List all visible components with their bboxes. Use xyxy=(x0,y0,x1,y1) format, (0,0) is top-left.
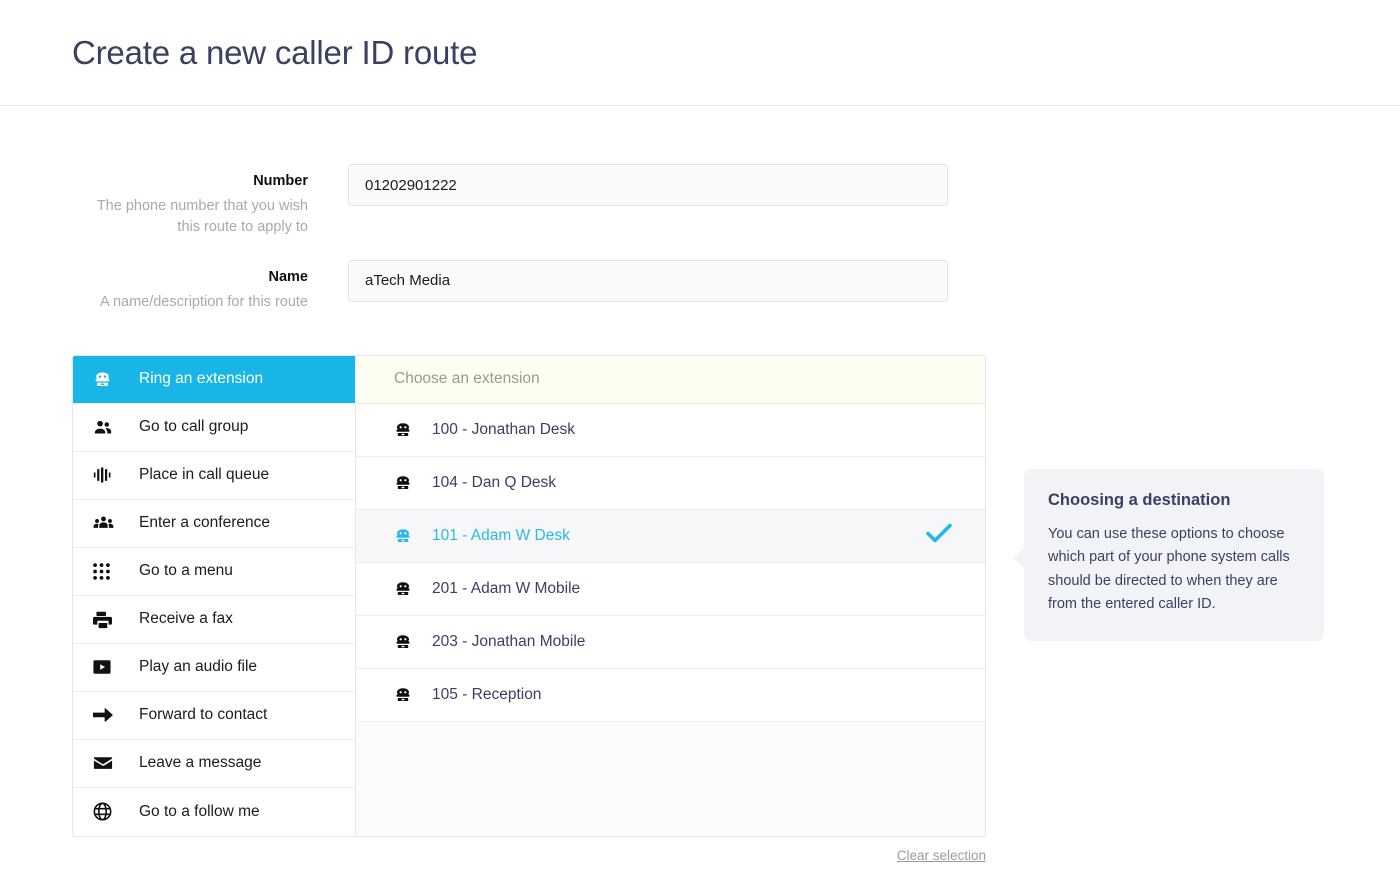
clear-selection-row: Clear selection xyxy=(72,848,986,863)
help-callout: Choosing a destination You can use these… xyxy=(1013,469,1324,641)
extension-label: 105 - Reception xyxy=(432,685,542,703)
option-go-to-a-menu[interactable]: Go to a menu xyxy=(73,547,355,596)
option-label: Leave a message xyxy=(139,754,262,772)
option-label: Go to a follow me xyxy=(139,802,260,820)
number-help-text: The phone number that you wish this rout… xyxy=(96,197,308,235)
option-label: Place in call queue xyxy=(139,466,270,484)
arrow-right-icon xyxy=(93,707,119,723)
option-label: Go to a menu xyxy=(139,562,233,580)
page-header: Create a new caller ID route xyxy=(0,0,1400,106)
telephone-icon xyxy=(394,686,416,704)
form-row-number: Number The phone number that you wish th… xyxy=(0,164,1400,238)
destination-options-panel: Ring an extension Go to call group Place… xyxy=(72,354,356,837)
option-go-to-a-follow-me[interactable]: Go to a follow me xyxy=(73,787,355,836)
extension-row-selected[interactable]: 101 - Adam W Desk xyxy=(356,509,985,563)
page-title: Create a new caller ID route xyxy=(72,33,478,71)
play-icon xyxy=(93,658,119,676)
option-label: Receive a fax xyxy=(139,610,233,628)
conference-icon xyxy=(93,514,119,532)
option-label: Forward to contact xyxy=(139,706,268,724)
extension-list-panel: Choose an extension 100 - Jonathan Desk … xyxy=(356,354,986,837)
extension-row[interactable]: 201 - Adam W Mobile xyxy=(356,562,985,616)
option-leave-a-message[interactable]: Leave a message xyxy=(73,739,355,788)
form-label-col-name: Name A name/description for this route xyxy=(72,260,348,313)
telephone-icon xyxy=(394,474,416,492)
extension-row[interactable]: 104 - Dan Q Desk xyxy=(356,456,985,510)
form-row-name: Name A name/description for this route xyxy=(0,259,1400,313)
telephone-icon xyxy=(93,370,119,389)
signal-bars-icon xyxy=(93,467,119,483)
callout-text: You can use these options to choose whic… xyxy=(1048,526,1290,613)
fax-icon xyxy=(93,610,119,629)
extension-label: 201 - Adam W Mobile xyxy=(432,579,581,597)
extension-row[interactable]: 105 - Reception xyxy=(356,668,985,722)
telephone-icon xyxy=(394,421,416,439)
clear-selection-link[interactable]: Clear selection xyxy=(897,848,986,863)
name-label: Name xyxy=(268,268,309,285)
option-ring-an-extension[interactable]: Ring an extension xyxy=(73,355,355,404)
number-label: Number xyxy=(253,173,308,189)
form-label-col-number: Number The phone number that you wish th… xyxy=(72,164,348,238)
option-label: Ring an extension xyxy=(139,370,264,388)
option-label: Enter a conference xyxy=(139,514,270,532)
telephone-icon xyxy=(394,633,416,651)
page-body: Number The phone number that you wish th… xyxy=(0,164,1400,863)
extension-list-header: Choose an extension xyxy=(356,355,985,404)
extension-label: 101 - Adam W Desk xyxy=(432,526,570,544)
callout-title: Choosing a destination xyxy=(1048,491,1231,509)
option-forward-to-contact[interactable]: Forward to contact xyxy=(73,691,355,740)
users-icon xyxy=(93,417,119,437)
extension-label: 203 - Jonathan Mobile xyxy=(432,632,586,650)
option-play-an-audio-file[interactable]: Play an audio file xyxy=(73,643,355,692)
option-enter-a-conference[interactable]: Enter a conference xyxy=(73,499,355,548)
extension-row[interactable]: 100 - Jonathan Desk xyxy=(356,403,985,457)
extension-label: 100 - Jonathan Desk xyxy=(432,420,576,438)
option-place-in-call-queue[interactable]: Place in call queue xyxy=(73,451,355,500)
extension-label: 104 - Dan Q Desk xyxy=(432,473,557,491)
option-receive-a-fax[interactable]: Receive a fax xyxy=(73,595,355,644)
extension-list-empty-area xyxy=(356,721,985,836)
check-icon xyxy=(925,522,953,549)
grid-dots-icon xyxy=(93,562,119,580)
number-input[interactable] xyxy=(348,164,948,206)
telephone-icon xyxy=(394,580,416,598)
option-label: Go to call group xyxy=(139,418,249,436)
globe-icon xyxy=(93,802,119,821)
name-input[interactable] xyxy=(348,259,948,302)
option-label: Play an audio file xyxy=(139,658,258,676)
name-help-text: A name/description for this route xyxy=(100,293,308,310)
option-go-to-call-group[interactable]: Go to call group xyxy=(73,403,355,452)
telephone-icon xyxy=(394,527,416,545)
envelope-icon xyxy=(93,755,119,771)
extension-row[interactable]: 203 - Jonathan Mobile xyxy=(356,615,985,669)
